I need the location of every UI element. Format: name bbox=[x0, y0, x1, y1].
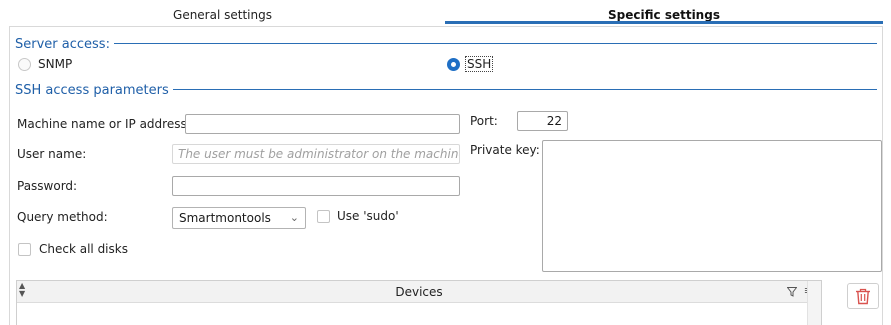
password-input[interactable] bbox=[172, 176, 460, 196]
query-method-value: Smartmontools bbox=[179, 211, 271, 225]
filter-icon[interactable] bbox=[786, 286, 798, 300]
ssh-radio-label: SSH bbox=[464, 56, 494, 72]
table-scrollbar[interactable] bbox=[807, 281, 821, 325]
ssh-radio-label-wrap[interactable]: SSH bbox=[464, 56, 494, 72]
snmp-radio[interactable] bbox=[18, 58, 31, 71]
port-input[interactable]: 22 bbox=[517, 111, 568, 131]
check-all-disks-checkbox[interactable] bbox=[18, 243, 31, 256]
private-key-textarea[interactable] bbox=[542, 140, 882, 272]
devices-column-header: Devices bbox=[395, 285, 443, 299]
snmp-radio-label[interactable]: SNMP bbox=[38, 57, 72, 71]
ssh-params-title: SSH access parameters bbox=[15, 83, 173, 98]
private-key-label: Private key: bbox=[470, 143, 540, 157]
password-label: Password: bbox=[17, 179, 78, 193]
delete-device-button[interactable] bbox=[847, 283, 879, 309]
machine-name-input[interactable] bbox=[185, 114, 460, 134]
server-access-title: Server access: bbox=[15, 37, 114, 52]
machine-name-label: Machine name or IP address: bbox=[17, 117, 191, 131]
use-sudo-label[interactable]: Use 'sudo' bbox=[337, 209, 399, 223]
use-sudo-checkbox[interactable] bbox=[317, 210, 330, 223]
chevron-down-icon: ⌄ bbox=[289, 211, 299, 224]
query-method-select[interactable]: Smartmontools ⌄ bbox=[172, 207, 306, 229]
devices-table: ▲▼ Devices ≡ bbox=[16, 280, 822, 325]
trash-icon bbox=[856, 288, 870, 304]
tab-specific-settings-label: Specific settings bbox=[608, 8, 720, 22]
port-label: Port: bbox=[470, 114, 498, 128]
check-all-disks-label[interactable]: Check all disks bbox=[39, 242, 128, 256]
devices-table-header[interactable]: ▲▼ Devices ≡ bbox=[17, 281, 821, 303]
ssh-params-divider bbox=[158, 89, 877, 90]
user-name-placeholder: The user must be administrator on the ma… bbox=[178, 147, 459, 161]
tab-general-settings-label: General settings bbox=[173, 8, 272, 22]
active-tab-indicator bbox=[445, 21, 883, 24]
query-method-label: Query method: bbox=[17, 210, 108, 224]
tab-general-settings[interactable]: General settings bbox=[0, 0, 445, 26]
user-name-input[interactable]: The user must be administrator on the ma… bbox=[172, 144, 460, 164]
server-access-divider bbox=[102, 43, 877, 44]
user-name-label: User name: bbox=[17, 147, 87, 161]
ssh-radio[interactable] bbox=[447, 58, 460, 71]
